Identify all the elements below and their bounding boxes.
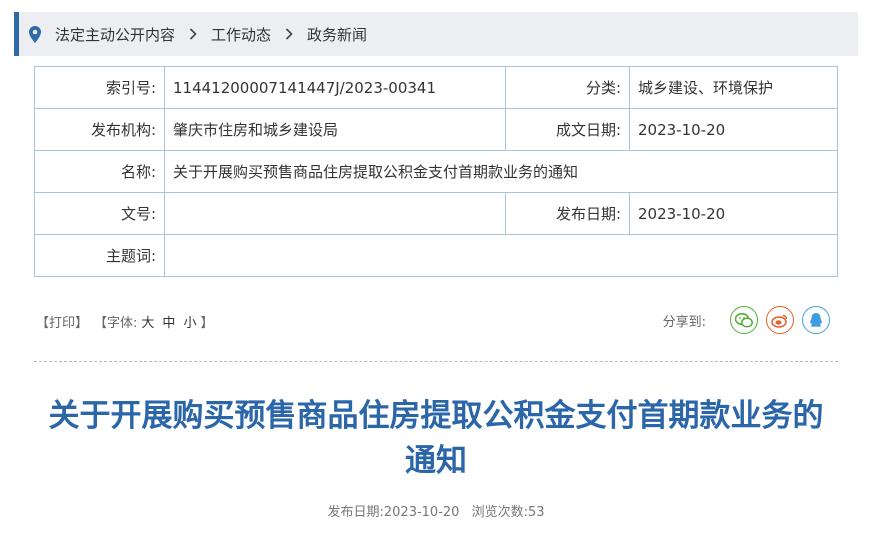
doc-number-value bbox=[164, 192, 506, 235]
publish-date-meta-value: 2023-10-20 bbox=[383, 505, 460, 520]
publish-date-meta-label: 发布日期: bbox=[327, 505, 384, 520]
share-bar: 分享到: bbox=[663, 306, 830, 334]
font-large-button[interactable]: 大 bbox=[141, 312, 154, 331]
font-size-suffix: 】 bbox=[200, 316, 214, 331]
keywords-value bbox=[164, 234, 838, 277]
document-info-table: 索引号: 11441200007141447J/2023-00341 分类: 城… bbox=[34, 66, 838, 277]
category-label: 分类: bbox=[505, 66, 630, 109]
written-date-value: 2023-10-20 bbox=[629, 108, 838, 151]
table-row: 名称: 关于开展购买预售商品住房提取公积金支付首期款业务的通知 bbox=[34, 150, 838, 193]
publish-date-label: 发布日期: bbox=[505, 192, 630, 235]
index-label: 索引号: bbox=[34, 66, 165, 109]
category-value: 城乡建设、环境保护 bbox=[629, 66, 838, 109]
chevron-right-icon bbox=[189, 28, 197, 40]
publish-date-value: 2023-10-20 bbox=[629, 192, 838, 235]
view-count-label: 浏览次数: bbox=[471, 505, 528, 520]
publisher-label: 发布机构: bbox=[34, 108, 165, 151]
table-row: 主题词: bbox=[34, 234, 838, 277]
wechat-icon[interactable] bbox=[730, 306, 758, 334]
breadcrumb: 法定主动公开内容 工作动态 政务新闻 bbox=[14, 12, 858, 56]
article-tools: 【打印】 【字体: 大 中 小 】 bbox=[36, 312, 213, 331]
qq-icon[interactable] bbox=[802, 306, 830, 334]
name-value: 关于开展购买预售商品住房提取公积金支付首期款业务的通知 bbox=[164, 150, 838, 193]
print-button[interactable]: 【打印】 bbox=[36, 312, 88, 331]
breadcrumb-item-public-content[interactable]: 法定主动公开内容 bbox=[55, 24, 175, 45]
breadcrumb-item-government-news[interactable]: 政务新闻 bbox=[307, 24, 367, 45]
font-size-prefix: 【字体: bbox=[94, 316, 138, 331]
article-meta: 发布日期:2023-10-20 浏览次数:53 bbox=[34, 501, 838, 520]
table-row: 发布机构: 肇庆市住房和城乡建设局 成文日期: 2023-10-20 bbox=[34, 108, 838, 151]
font-small-button[interactable]: 小 bbox=[183, 312, 196, 331]
table-row: 文号: 发布日期: 2023-10-20 bbox=[34, 192, 838, 235]
chevron-right-icon bbox=[285, 28, 293, 40]
written-date-label: 成文日期: bbox=[505, 108, 630, 151]
breadcrumb-item-work-news[interactable]: 工作动态 bbox=[211, 24, 271, 45]
share-label: 分享到: bbox=[662, 314, 706, 330]
divider bbox=[34, 361, 838, 362]
view-count-value: 53 bbox=[527, 505, 545, 520]
location-pin-icon bbox=[29, 25, 43, 43]
table-row: 索引号: 11441200007141447J/2023-00341 分类: 城… bbox=[34, 66, 838, 109]
keywords-label: 主题词: bbox=[34, 234, 165, 277]
publisher-value: 肇庆市住房和城乡建设局 bbox=[164, 108, 506, 151]
weibo-icon[interactable] bbox=[766, 306, 794, 334]
article-title-line1: 关于开展购买预售商品住房提取公积金支付首期款业务的 bbox=[48, 398, 824, 434]
article-title-line2: 通知 bbox=[405, 443, 467, 479]
name-label: 名称: bbox=[34, 150, 165, 193]
font-medium-button[interactable]: 中 bbox=[162, 312, 175, 331]
index-value: 11441200007141447J/2023-00341 bbox=[164, 66, 506, 109]
doc-number-label: 文号: bbox=[34, 192, 165, 235]
article-title: 关于开展购买预售商品住房提取公积金支付首期款业务的 通知 bbox=[34, 394, 838, 484]
